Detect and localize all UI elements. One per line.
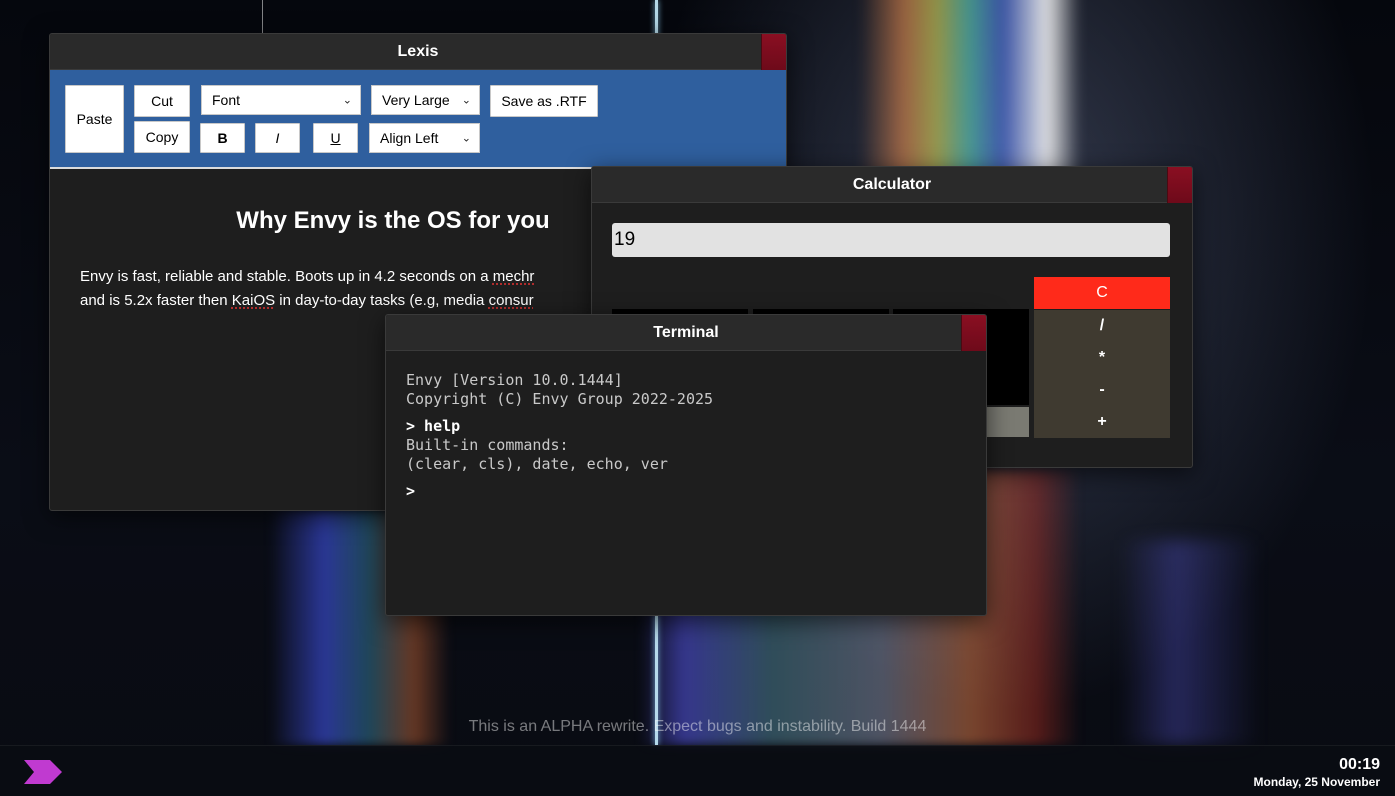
align-select-value: Align Left: [380, 130, 439, 146]
chevron-down-icon: ⌄: [461, 94, 471, 107]
multiply-button[interactable]: *: [1034, 342, 1170, 374]
terminal-command-line: > help: [406, 417, 461, 435]
text-run: in day-to-day tasks (e.g, media: [275, 292, 489, 309]
terminal-line: Copyright (C) Envy Group 2022-2025: [406, 390, 714, 408]
terminal-line: Built-in commands:: [406, 436, 569, 454]
font-size-select-value: Very Large: [382, 92, 450, 108]
font-size-select[interactable]: Very Large ⌄: [371, 85, 480, 115]
text-run: and is 5.2x faster then: [80, 292, 232, 309]
font-select-value: Font: [212, 92, 241, 108]
terminal-output[interactable]: Envy [Version 10.0.1444] Copyright (C) E…: [386, 351, 986, 521]
save-rtf-button[interactable]: Save as .RTF: [490, 85, 598, 117]
window-title: Lexis: [397, 42, 439, 60]
misspelled-word: consur: [488, 292, 534, 309]
alpha-notice: This is an ALPHA rewrite. Expect bugs an…: [468, 718, 927, 735]
clear-button[interactable]: C: [1034, 277, 1170, 309]
divide-button[interactable]: /: [1034, 310, 1170, 342]
window-title: Calculator: [852, 175, 932, 193]
chevron-logo-icon: [24, 760, 62, 784]
lexis-titlebar[interactable]: Lexis: [50, 34, 786, 70]
copy-button[interactable]: Copy: [134, 121, 190, 153]
lexis-toolbar: Paste Cut Copy Font ⌄ Very Large ⌄ Save …: [50, 70, 786, 169]
chevron-down-icon: ⌄: [461, 132, 471, 145]
text-run: Envy is fast, reliable and stable. Boots…: [80, 268, 493, 285]
chevron-down-icon: ⌄: [342, 94, 352, 107]
misspelled-word: KaiOS: [231, 292, 276, 309]
bold-button[interactable]: B: [200, 123, 245, 153]
close-button[interactable]: [1167, 167, 1192, 203]
taskbar: 00:19 Monday, 25 November: [0, 745, 1395, 796]
taskbar-clock[interactable]: 00:19 Monday, 25 November: [1254, 756, 1380, 789]
font-select[interactable]: Font ⌄: [201, 85, 361, 115]
paste-button[interactable]: Paste: [65, 85, 124, 153]
calculator-display[interactable]: 19: [612, 223, 1170, 257]
italic-button[interactable]: I: [255, 123, 300, 153]
terminal-prompt[interactable]: >: [406, 482, 966, 501]
calculator-titlebar[interactable]: Calculator: [592, 167, 1192, 203]
cut-button[interactable]: Cut: [134, 85, 190, 117]
subtract-button[interactable]: -: [1034, 374, 1170, 406]
terminal-titlebar[interactable]: Terminal: [386, 315, 986, 351]
close-button[interactable]: [961, 315, 986, 351]
terminal-line: (clear, cls), date, echo, ver: [406, 455, 668, 473]
wallpaper-light-beam: [1120, 540, 1260, 745]
misspelled-word: mechr: [492, 268, 535, 285]
add-button[interactable]: +: [1034, 406, 1170, 438]
align-select[interactable]: Align Left ⌄: [369, 123, 480, 153]
terminal-window[interactable]: Terminal Envy [Version 10.0.1444] Copyri…: [385, 314, 987, 616]
window-title: Terminal: [653, 323, 719, 341]
clock-time: 00:19: [1339, 756, 1380, 773]
wallpaper-light-beam: [860, 0, 1080, 180]
clock-date: Monday, 25 November: [1253, 775, 1380, 789]
wallpaper-light-line: [262, 0, 263, 35]
underline-button[interactable]: U: [313, 123, 358, 153]
start-button[interactable]: [22, 759, 64, 785]
close-button[interactable]: [761, 34, 786, 70]
terminal-line: Envy [Version 10.0.1444]: [406, 371, 623, 389]
